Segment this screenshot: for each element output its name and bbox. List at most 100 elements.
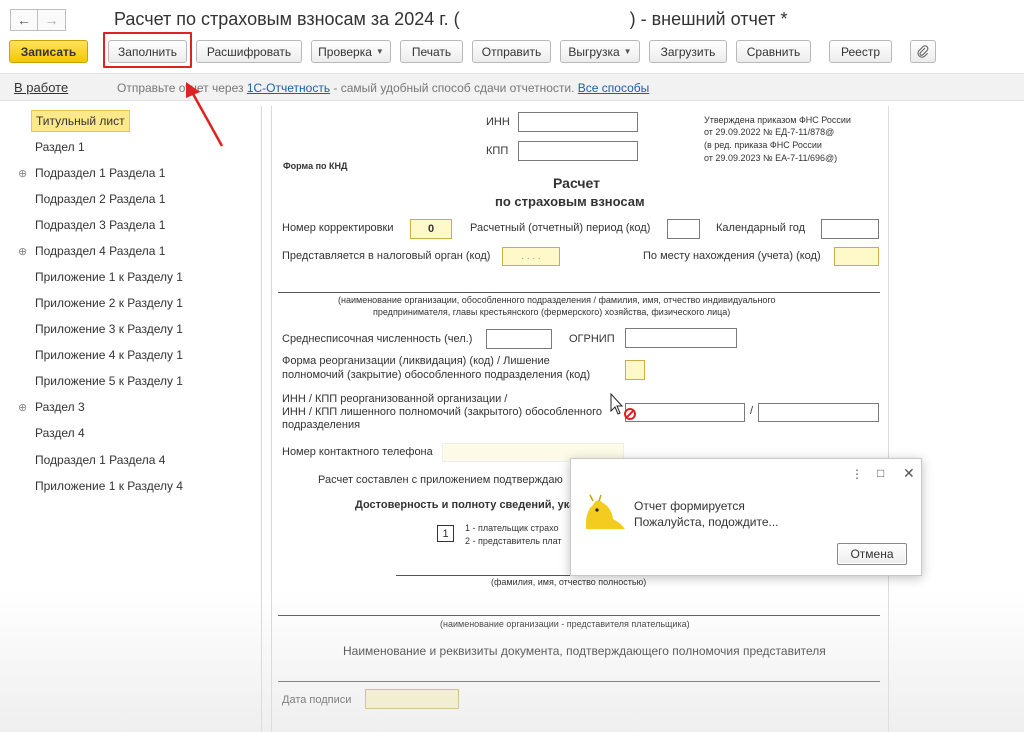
reorg-code-field[interactable] (625, 360, 645, 380)
headcount-field[interactable] (486, 329, 552, 349)
reorg-kpp-field[interactable] (758, 403, 879, 422)
sidebar-item-subsection-1-3[interactable]: Подраздел 3 Раздела 1 (8, 214, 238, 236)
inn-field[interactable] (518, 112, 638, 132)
ogrnip-field[interactable] (625, 328, 737, 348)
attach-button[interactable] (910, 40, 936, 63)
sidebar-item-label: Подраздел 1 Раздела 4 (35, 453, 166, 467)
1c-reporting-link[interactable]: 1С-Отчетность (247, 81, 330, 95)
sidebar-item-appendix-3[interactable]: Приложение 3 к Разделу 1 (8, 318, 238, 340)
calendar-year-field[interactable] (821, 219, 879, 239)
approval-line-1: Утверждена приказом ФНС России (704, 115, 851, 125)
sidebar-item-section-1[interactable]: Раздел 1 (8, 136, 238, 158)
sidebar-item-section-3[interactable]: ⊕ Раздел 3 (8, 396, 238, 418)
location-code-label: По месту нахождения (учета) (код) (643, 250, 821, 262)
sidebar-item-appendix-5[interactable]: Приложение 5 к Разделу 1 (8, 370, 238, 392)
maximize-icon[interactable]: □ (877, 466, 884, 480)
location-code-field[interactable] (834, 247, 879, 266)
sidebar-item-appendix-section-4[interactable]: Приложение 1 к Разделу 4 (8, 475, 238, 497)
org-name-line (278, 292, 880, 293)
sidebar-item-label: Приложение 4 к Разделу 1 (35, 348, 183, 362)
attached-docs-label: Расчет составлен с приложением подтвержд… (318, 474, 563, 486)
save-button-label: Записать (20, 44, 77, 59)
decode-button[interactable]: Расшифровать (196, 40, 302, 63)
progress-dialog: ⋮ □ ✕ Отчет формируется Пожалуйста, подо… (570, 458, 922, 576)
sidebar-item-appendix-4[interactable]: Приложение 4 к Разделу 1 (8, 344, 238, 366)
org-caption-2: предпринимателя, главы крестьянского (фе… (373, 307, 731, 317)
sidebar-item-label: Приложение 1 к Разделу 1 (35, 270, 183, 284)
fio-caption: (фамилия, имя, отчество полностью) (491, 577, 647, 587)
approval-line-4: от 29.09.2023 № ЕА-7-11/696@) (704, 153, 838, 163)
inn-kpp-separator: / (750, 405, 754, 417)
send-button-label: Отправить (481, 44, 542, 59)
sections-sidebar: Титульный лист Раздел 1 ⊕ Подраздел 1 Раз… (8, 106, 262, 732)
representative-line (278, 615, 880, 616)
status-strip: В работе Отправьте отчет через 1С-Отчетн… (0, 73, 1024, 101)
knd-label: Форма по КНД (283, 161, 348, 171)
status-in-work-link[interactable]: В работе (14, 80, 68, 95)
forward-button[interactable]: → (38, 9, 66, 31)
headcount-label: Среднесписочная численность (чел.) (282, 333, 473, 345)
sidebar-item-label: Подраздел 3 Раздела 1 (35, 218, 166, 232)
sidebar-item-section-4[interactable]: Раздел 4 (8, 422, 238, 444)
expand-plus-icon[interactable]: ⊕ (18, 245, 28, 258)
sidebar-item-label: Приложение 3 к Разделу 1 (35, 322, 183, 336)
sign-date-field[interactable] (365, 689, 459, 709)
calendar-year-label: Календарный год (716, 222, 806, 234)
tax-authority-field[interactable]: . . . . (502, 247, 560, 266)
more-menu-icon[interactable]: ⋮ (851, 467, 863, 481)
all-methods-link[interactable]: Все способы (578, 81, 650, 95)
signer-option-2: 2 - представитель плат (465, 536, 562, 546)
reorg-label-1: Форма реорганизации (ликвидация) (код) /… (282, 355, 550, 367)
decode-button-label: Расшифровать (206, 44, 292, 59)
kpp-label: КПП (486, 145, 509, 157)
hint-middle: - самый удобный способ сдачи отчетности. (330, 81, 578, 95)
registry-button[interactable]: Реестр (829, 40, 892, 63)
period-code-label: Расчетный (отчетный) период (код) (470, 222, 651, 234)
sidebar-item-label: Раздел 1 (35, 140, 85, 154)
form-right-border (888, 106, 889, 732)
sidebar-item-label: Раздел 3 (35, 400, 85, 414)
export-dropdown-button[interactable]: Выгрузка ▼ (560, 40, 640, 63)
caret-down-icon: ▼ (375, 47, 384, 56)
document-line (278, 681, 880, 682)
cancel-button[interactable]: Отмена (837, 543, 907, 565)
reorg-inn-label-2: ИНН / КПП лишенного полномочий (закрытог… (282, 406, 602, 418)
form-title-line-2: по страховым взносам (495, 194, 645, 209)
sidebar-item-label: Подраздел 2 Раздела 1 (35, 192, 166, 206)
send-button[interactable]: Отправить (472, 40, 551, 63)
kpp-field[interactable] (518, 141, 638, 161)
reorg-inn-field[interactable] (625, 403, 745, 422)
back-button[interactable]: ← (10, 9, 38, 31)
sidebar-item-appendix-2[interactable]: Приложение 2 к Разделу 1 (8, 292, 238, 314)
ogrnip-label: ОГРНИП (569, 333, 615, 345)
sidebar-item-subsection-1-4[interactable]: ⊕ Подраздел 4 Раздела 1 (8, 240, 238, 262)
fill-button-highlight (103, 32, 192, 68)
inn-label: ИНН (486, 116, 510, 128)
print-button[interactable]: Печать (400, 40, 463, 63)
expand-plus-icon[interactable]: ⊕ (18, 167, 28, 180)
compare-button[interactable]: Сравнить (736, 40, 811, 63)
period-code-field[interactable] (667, 219, 700, 239)
paperclip-icon (917, 44, 929, 58)
save-button[interactable]: Записать (9, 40, 88, 63)
arrow-left-icon: ← (17, 12, 31, 28)
load-button-label: Загрузить (660, 44, 716, 59)
sidebar-item-subsection-1-2[interactable]: Подраздел 2 Раздела 1 (8, 188, 238, 210)
correction-number-field[interactable]: 0 (410, 219, 452, 239)
caret-down-icon: ▼ (623, 47, 632, 56)
sidebar-item-subsection-4-1[interactable]: Подраздел 1 Раздела 4 (8, 449, 238, 471)
approval-line-2: от 29.09.2022 № ЕД-7-11/878@ (704, 127, 835, 137)
sidebar-item-label: Приложение 5 к Разделу 1 (35, 374, 183, 388)
sidebar-item-appendix-1[interactable]: Приложение 1 к Разделу 1 (8, 266, 238, 288)
sidebar-item-subsection-1-1[interactable]: ⊕ Подраздел 1 Раздела 1 (8, 162, 238, 184)
arrow-right-icon: → (44, 12, 59, 28)
waiting-mascot-icon (585, 494, 625, 529)
load-button[interactable]: Загрузить (649, 40, 727, 63)
sidebar-item-title-page[interactable]: Титульный лист (8, 110, 238, 132)
busy-cursor-icon (610, 393, 636, 420)
signer-code-field[interactable]: 1 (437, 525, 454, 542)
check-dropdown-button[interactable]: Проверка ▼ (311, 40, 391, 63)
close-icon[interactable]: ✕ (903, 465, 915, 482)
phone-label: Номер контактного телефона (282, 446, 433, 458)
expand-plus-icon[interactable]: ⊕ (18, 401, 28, 414)
